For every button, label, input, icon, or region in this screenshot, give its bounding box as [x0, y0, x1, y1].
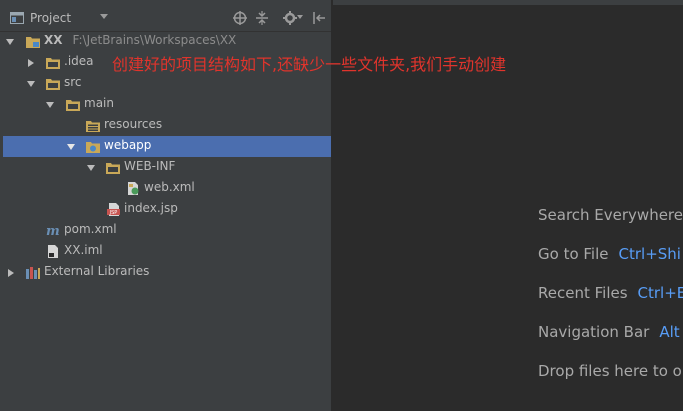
tree-node-label: index.jsp: [124, 201, 178, 215]
tree-node-webapp[interactable]: webapp: [3, 136, 331, 157]
tree-node-label: WEB-INF: [124, 159, 176, 173]
collapsed-arrow-icon[interactable]: [26, 58, 36, 68]
tree-node-pom[interactable]: m pom.xml: [0, 220, 331, 241]
gear-icon[interactable]: [283, 11, 297, 25]
folder-icon: [106, 163, 120, 174]
tree-node-label: .idea: [64, 54, 94, 68]
hint-search-everywhere: Search Everywhere: [538, 206, 683, 224]
hint-navigation-bar: Navigation Bar Alt: [538, 323, 680, 341]
project-view-selector[interactable]: Project: [10, 8, 112, 27]
annotation-note: 创建好的项目结构如下,还缺少一些文件夹,我们手动创建: [112, 55, 507, 74]
settings-dropdown-icon: [297, 15, 303, 19]
tree-node-webinf[interactable]: WEB-INF: [0, 157, 331, 178]
tree-node-label: XX.iml: [64, 243, 103, 257]
svg-text:JSP: JSP: [109, 210, 118, 216]
hint-go-to-file: Go to File Ctrl+Shi: [538, 245, 681, 263]
project-path: F:\JetBrains\Workspaces\XX: [72, 33, 237, 47]
tree-node-iml[interactable]: XX.iml: [0, 241, 331, 262]
scroll-from-source-icon[interactable]: [233, 11, 247, 25]
collapse-all-icon[interactable]: [255, 11, 269, 25]
tree-node-resources[interactable]: resources: [0, 115, 331, 136]
tree-node-label: External Libraries: [44, 264, 150, 278]
xml-file-icon: [128, 182, 139, 195]
hint-drop-files: Drop files here to o: [538, 362, 682, 380]
resources-folder-icon: [86, 121, 100, 132]
folder-icon: [46, 58, 60, 69]
module-folder-icon: [26, 37, 40, 48]
web-folder-icon: [86, 142, 100, 153]
expanded-arrow-icon[interactable]: [26, 79, 36, 89]
jsp-file-icon: JSP: [107, 203, 120, 216]
iml-file-icon: [48, 245, 58, 258]
project-view-icon: [10, 11, 24, 24]
tree-node-label: XX F:\JetBrains\Workspaces\XX: [44, 33, 237, 47]
tree-node-label: web.xml: [144, 180, 195, 194]
tree-node-webxml[interactable]: web.xml: [0, 178, 331, 199]
expanded-arrow-icon[interactable]: [86, 163, 96, 173]
tree-node-label: resources: [104, 117, 163, 131]
tree-node-indexjsp[interactable]: JSP index.jsp: [0, 199, 331, 220]
tree-node-label: main: [84, 96, 114, 110]
hide-panel-icon[interactable]: [312, 11, 326, 25]
expanded-arrow-icon[interactable]: [66, 142, 76, 152]
tree-node-label: webapp: [104, 138, 152, 152]
tree-node-root[interactable]: XX F:\JetBrains\Workspaces\XX: [0, 31, 331, 52]
tree-node-label: pom.xml: [64, 222, 117, 236]
folder-icon: [66, 100, 80, 111]
tree-node-external-libraries[interactable]: External Libraries: [0, 262, 331, 283]
maven-icon: m: [46, 224, 60, 238]
tree-node-main[interactable]: main: [0, 94, 331, 115]
project-toolbar: Project: [0, 5, 331, 32]
project-view-label: Project: [30, 10, 72, 25]
hint-recent-files: Recent Files Ctrl+E: [538, 284, 683, 302]
collapsed-arrow-icon[interactable]: [6, 268, 16, 278]
expanded-arrow-icon[interactable]: [5, 37, 15, 47]
folder-icon: [46, 79, 60, 90]
expanded-arrow-icon[interactable]: [45, 100, 55, 110]
tree-node-src[interactable]: src: [0, 73, 331, 94]
svg-text:m: m: [46, 224, 60, 238]
libraries-icon: [26, 267, 40, 279]
editor-top-strip: [333, 0, 683, 5]
chevron-down-icon: [100, 14, 108, 19]
tree-node-label: src: [64, 75, 82, 89]
